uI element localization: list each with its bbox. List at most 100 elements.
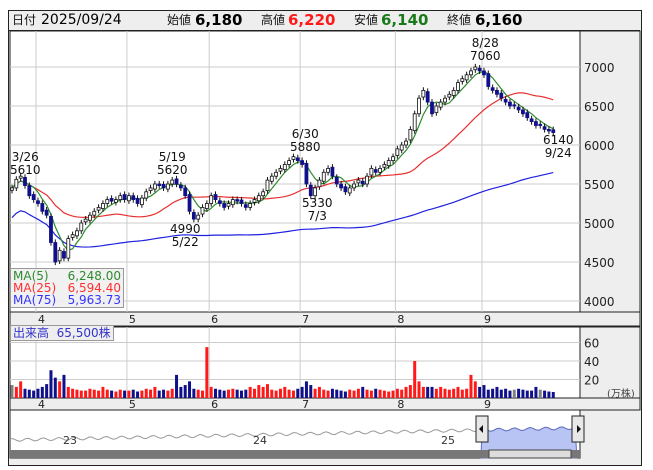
candle (451, 90, 456, 96)
volume-bar (101, 386, 105, 398)
stock-chart-widget: 日付 2025/09/24 始値 6,180 高値 6,220 安値 6,140… (0, 0, 653, 470)
candle (395, 148, 400, 156)
candle (473, 66, 478, 71)
candle (308, 184, 313, 197)
volume-bar (192, 388, 196, 398)
volume-bar (252, 388, 256, 398)
volume-bar (404, 386, 408, 398)
volume-bar (162, 389, 166, 398)
volume-bar (261, 386, 265, 398)
candle (101, 203, 105, 209)
volume-bar (71, 388, 75, 398)
volume-bar (491, 388, 495, 398)
candle (70, 234, 75, 238)
candle (525, 112, 530, 119)
candle (196, 214, 201, 220)
candle (135, 198, 140, 204)
month-tick-label: 4 (38, 398, 45, 411)
candle (235, 199, 240, 202)
candle (369, 167, 374, 176)
candle (248, 203, 253, 208)
candle (447, 93, 452, 98)
candle (53, 242, 58, 263)
volume-bar (551, 391, 555, 398)
navigator-year-label: 23 (63, 434, 77, 447)
navigator-year-label: 24 (253, 434, 267, 447)
volume-bar (274, 390, 278, 398)
candle (408, 128, 413, 141)
volume-bar (19, 381, 23, 398)
volume-bar (456, 386, 460, 398)
volume-bar (348, 389, 352, 398)
candle (131, 195, 136, 200)
candle (438, 101, 443, 108)
month-tick-label: 5 (129, 398, 136, 411)
volume-bar (110, 390, 114, 398)
volume-bar (378, 389, 382, 398)
volume-tick-label: 60 (584, 337, 599, 351)
price-tick-label: 4000 (584, 295, 615, 309)
candle (49, 215, 53, 243)
volume-bar (283, 386, 287, 398)
volume-bar (97, 390, 101, 398)
volume-bar (205, 347, 209, 398)
candle (512, 104, 517, 107)
candle (386, 160, 391, 167)
candle (477, 67, 482, 72)
volume-bar (127, 390, 131, 398)
volume-bar (426, 386, 430, 398)
volume-bar (209, 386, 213, 398)
candle (269, 175, 274, 182)
candle (404, 140, 408, 146)
volume-bar (460, 389, 464, 398)
volume-bar (66, 386, 70, 398)
candle (148, 187, 153, 192)
chart-canvas: 7000650060005500500045004000604020445566… (9, 30, 641, 459)
volume-bar (538, 389, 542, 398)
candle (83, 218, 88, 223)
candle (57, 249, 62, 262)
candle (434, 105, 439, 114)
candle (200, 206, 205, 215)
candle (204, 203, 209, 209)
volume-bar (322, 389, 326, 398)
volume-bar (257, 385, 261, 398)
candle (66, 238, 71, 259)
candle (534, 121, 538, 126)
volume-bar (201, 390, 205, 398)
candle (360, 180, 365, 185)
candle (256, 195, 261, 202)
volume-bar (10, 385, 14, 398)
volume-bar (144, 388, 148, 398)
volume-bar (79, 390, 83, 398)
candle (356, 179, 361, 184)
candle (495, 90, 499, 95)
volume-bar (530, 390, 534, 398)
annotation-low-jul: 5330 7/3 (302, 196, 333, 223)
volume-bar (153, 386, 157, 398)
candle (378, 167, 382, 173)
volume-bar (452, 388, 456, 398)
volume-value: 65,500株 (56, 326, 111, 340)
volume-bar (304, 381, 308, 398)
volume-bar (188, 381, 192, 398)
candle (226, 203, 231, 207)
candle (516, 106, 521, 111)
volume-bar (443, 388, 447, 398)
volume-bar (395, 388, 399, 398)
candle (391, 156, 395, 161)
scrollbar-thumb[interactable] (488, 449, 572, 459)
volume-bar (525, 390, 529, 398)
candle (183, 187, 188, 197)
candle (40, 203, 45, 212)
volume-bar (473, 381, 477, 398)
candle (230, 199, 235, 206)
ma75-value: 5,963.73 (67, 293, 121, 307)
candle (291, 156, 296, 160)
price-tick-label: 5000 (584, 217, 615, 231)
volume-bar (382, 390, 386, 398)
volume-bar (45, 384, 49, 398)
volume-bar (534, 386, 538, 398)
candle (213, 194, 218, 200)
volume-bar (149, 389, 153, 398)
